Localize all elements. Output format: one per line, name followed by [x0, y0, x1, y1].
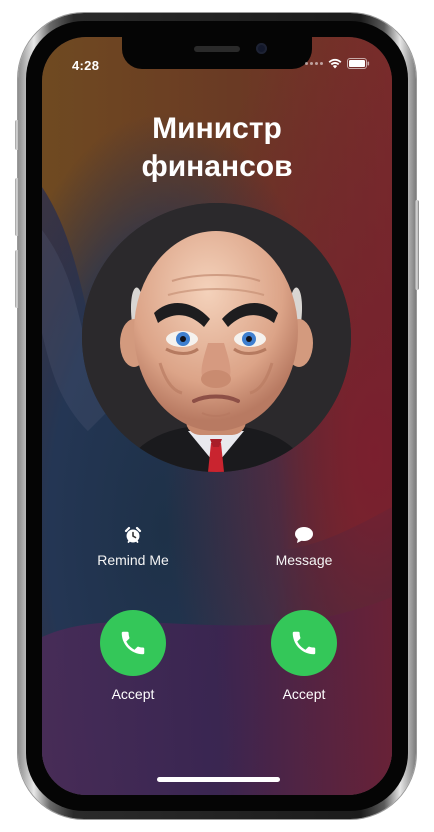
- volume-up-button: [15, 178, 19, 236]
- wifi-icon: [328, 58, 342, 69]
- accept-label-left: Accept: [111, 686, 155, 702]
- remind-me-label: Remind Me: [97, 552, 169, 568]
- phone-handset-icon: [292, 631, 316, 655]
- cellular-signal-icon: [305, 62, 323, 65]
- message-label: Message: [275, 552, 333, 568]
- volume-down-button: [15, 250, 19, 308]
- message-button[interactable]: Message: [244, 524, 364, 568]
- phone-screen: 4:28 Министр финансов Remind Me Message …: [42, 37, 392, 795]
- remind-me-button[interactable]: Remind Me: [73, 524, 193, 568]
- battery-icon: [347, 58, 370, 69]
- caller-avatar: [82, 203, 351, 472]
- notch: [122, 37, 312, 69]
- accept-call-left: Accept: [73, 610, 193, 702]
- power-button: [415, 200, 419, 290]
- status-time: 4:28: [72, 58, 100, 73]
- alarm-clock-icon: [124, 526, 142, 543]
- front-camera: [256, 43, 267, 54]
- accept-button-left[interactable]: [100, 610, 166, 676]
- earpiece-speaker: [194, 46, 240, 52]
- caller-name-line-2: финансов: [141, 150, 293, 183]
- accept-button-right[interactable]: [271, 610, 337, 676]
- status-icons: [305, 58, 370, 69]
- caller-name-line-1: Министр: [152, 112, 282, 145]
- caller-name: Министр финансов: [42, 110, 392, 186]
- home-indicator[interactable]: [157, 777, 280, 782]
- accept-call-right: Accept: [244, 610, 364, 702]
- speech-bubble-icon: [295, 527, 313, 543]
- phone-handset-icon: [121, 631, 145, 655]
- silent-switch: [15, 120, 19, 150]
- accept-label-right: Accept: [282, 686, 326, 702]
